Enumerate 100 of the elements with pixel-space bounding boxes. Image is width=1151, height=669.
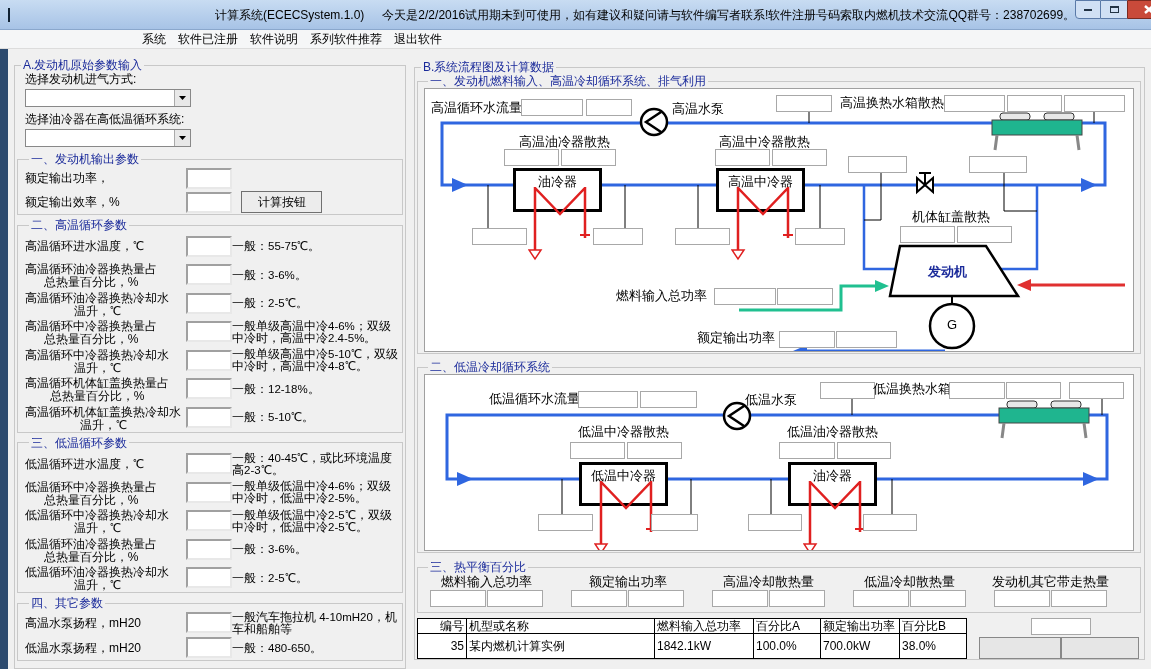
input-field[interactable] [186,612,232,633]
parameter-label: 高温循环中冷器换热冷却水 温升，℃ [25,348,169,375]
column-header: 百分比A [753,618,821,634]
input-field[interactable] [900,226,955,243]
menu-item[interactable]: 软件说明 [244,30,304,48]
caret-icon [179,96,186,100]
input-field[interactable] [186,567,232,589]
radiator-label: 低温换热水箱 [873,381,951,397]
input-field[interactable] [186,538,232,560]
input-field[interactable] [593,228,643,245]
input-field[interactable] [186,453,232,475]
input-field[interactable] [186,321,232,343]
input-field[interactable] [561,149,616,166]
cooler-block: 油冷器 [788,462,877,506]
input-field[interactable] [957,226,1012,243]
input-field[interactable] [186,235,232,257]
balance-label: 发动机其它带走热量 [992,574,1109,590]
input-field[interactable] [578,391,638,408]
hint-text: 一般：2-5℃。 [232,297,309,310]
input-field[interactable] [186,167,232,189]
maximize-button[interactable] [1101,0,1128,19]
input-field[interactable] [714,288,776,305]
input-field[interactable] [1031,618,1091,635]
valve-icon [916,172,934,195]
cooler-label: 高温油冷器散热 [519,134,610,150]
menu-item[interactable]: 系统 [136,30,172,48]
input-field[interactable] [1007,95,1062,112]
input-field[interactable] [186,191,232,213]
group-title: 一、发动机输出参数 [30,152,140,166]
input-field[interactable] [848,156,907,173]
input-field[interactable] [969,156,1027,173]
parameter-label: 高温循环进水温度，℃ [25,240,144,254]
input-field[interactable] [186,481,232,503]
caret-icon [179,136,186,140]
input-field[interactable] [186,510,232,532]
input-field[interactable] [748,514,802,531]
group-title: A.发动机原始参数输入 [22,58,144,72]
input-field[interactable] [521,99,583,116]
balance-label: 高温冷却散热量 [723,574,814,590]
input-field[interactable] [675,228,730,245]
input-field[interactable] [1006,382,1061,399]
input-field[interactable] [1064,95,1125,112]
input-field[interactable] [640,391,697,408]
input-field[interactable] [795,228,845,245]
input-field[interactable] [538,514,593,531]
calculate-button[interactable]: 计算按钮 [241,191,322,213]
input-field[interactable] [712,590,768,607]
input-field[interactable] [186,292,232,314]
table-cell: 某内燃机计算实例 [466,633,655,659]
input-field[interactable] [777,288,833,305]
input-field[interactable] [772,149,827,166]
input-field[interactable] [820,382,875,399]
input-field[interactable] [1051,590,1107,607]
input-field[interactable] [186,349,232,371]
input-field[interactable] [776,95,832,112]
input-field[interactable] [910,590,966,607]
input-field[interactable] [863,514,917,531]
minimize-button[interactable] [1075,0,1102,19]
input-field[interactable] [570,442,625,459]
input-field[interactable] [944,95,1005,112]
menu-item[interactable]: 退出软件 [388,30,448,48]
dropdown-button[interactable] [174,90,190,106]
menu-item[interactable]: 系列软件推荐 [304,30,388,48]
input-field[interactable] [628,590,684,607]
input-field[interactable] [715,149,770,166]
shaft-line [951,295,953,304]
input-field[interactable] [186,378,232,400]
output-power-label: 额定输出功率 [697,330,775,346]
input-field[interactable] [571,590,627,607]
dropdown-button[interactable] [174,130,190,146]
input-field[interactable] [186,406,232,428]
parameter-label: 高温循环油冷器换热量占 总热量百分比，% [25,263,157,290]
input-field[interactable] [949,382,1005,399]
input-field[interactable] [994,590,1050,607]
input-field[interactable] [627,442,682,459]
input-field[interactable] [779,331,835,348]
menu-item[interactable]: 软件已注册 [172,30,244,48]
input-field[interactable] [186,264,232,286]
input-field[interactable] [504,149,559,166]
parameter-label: 低温循环油冷器换热量占 总热量百分比，% [25,537,157,564]
group-title: 二、低温冷却循环系统 [429,360,551,374]
input-field[interactable] [430,590,486,607]
group-title: 一、发动机燃料输入、高温冷却循环系统、排气利用 [429,74,707,88]
hint-text: 一般：12-18%。 [232,382,321,395]
input-field[interactable] [186,637,232,658]
action-button[interactable] [979,637,1061,659]
input-field[interactable] [1069,382,1124,399]
input-field[interactable] [586,99,632,116]
input-field[interactable] [651,514,698,531]
input-field[interactable] [837,442,891,459]
input-field[interactable] [769,590,825,607]
hint-text: 一般单级低温中冷4-6%；双级中冷时，低温中冷2-5%。 [232,480,392,505]
input-field[interactable] [779,442,835,459]
input-field[interactable] [487,590,543,607]
action-button[interactable] [1061,637,1139,659]
input-field[interactable] [853,590,909,607]
pump-icon [639,107,669,137]
input-field[interactable] [472,228,527,245]
input-field[interactable] [836,331,897,348]
radiator-icon [998,400,1090,440]
